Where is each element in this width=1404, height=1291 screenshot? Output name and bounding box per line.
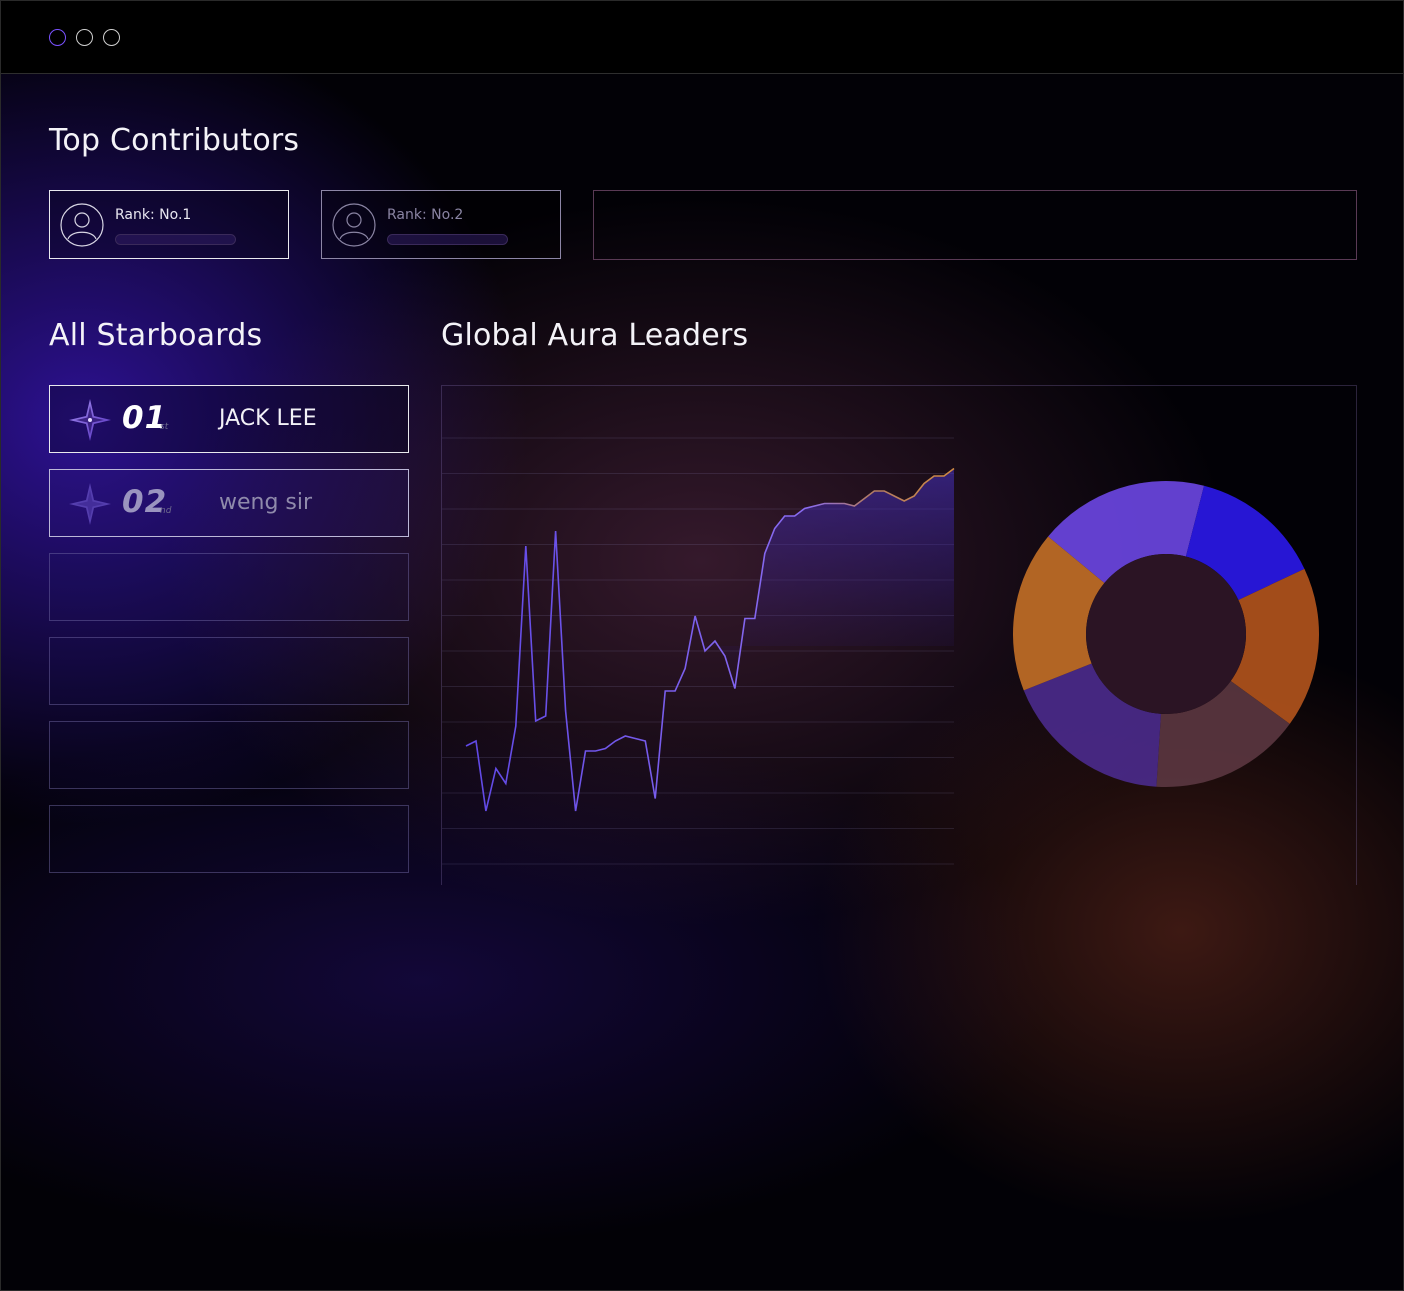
donut-hole: [1086, 554, 1246, 714]
aura-chart-panel: [441, 385, 1357, 885]
window-minimize-button[interactable]: [76, 29, 93, 46]
contributor-card-2[interactable]: Rank: No.2: [321, 190, 561, 259]
starboards-title: All Starboards: [49, 318, 263, 353]
starboard-row-empty: [49, 637, 409, 705]
starboard-row-1[interactable]: 01 st JACK LEE: [49, 385, 409, 453]
donut-chart: [1013, 481, 1319, 787]
line-chart-area: [705, 468, 954, 689]
top-contributors-title: Top Contributors: [49, 123, 300, 158]
window-close-button[interactable]: [49, 29, 66, 46]
contributor-card-1[interactable]: Rank: No.1: [49, 190, 289, 259]
contributor-card-placeholder: [593, 190, 1357, 260]
title-bar: [1, 1, 1403, 74]
contributor-progress-bar: [387, 234, 508, 245]
starboard-rank-suffix: st: [160, 422, 169, 432]
starboard-user-name: JACK LEE: [219, 406, 317, 431]
user-avatar-icon: [60, 203, 104, 247]
user-avatar-icon: [332, 203, 376, 247]
starboard-row-empty: [49, 805, 409, 873]
window-maximize-button[interactable]: [103, 29, 120, 46]
contributor-rank-label: Rank: No.2: [387, 207, 464, 223]
starboard-user-name: weng sir: [219, 490, 313, 515]
four-point-star-icon: [69, 483, 111, 525]
starboard-row-empty: [49, 721, 409, 789]
contributor-rank-label: Rank: No.1: [115, 207, 192, 223]
starboard-row-empty: [49, 553, 409, 621]
starboard-row-2[interactable]: 02 nd weng sir: [49, 469, 409, 537]
app-window: Top Contributors Rank: No.1 Rank: No.2 A…: [0, 0, 1404, 1291]
starboard-rank-suffix: nd: [160, 506, 172, 516]
aura-chart: [442, 437, 1319, 865]
aura-leaders-title: Global Aura Leaders: [441, 318, 749, 353]
four-point-star-icon: [69, 399, 111, 441]
contributor-progress-bar: [115, 234, 236, 245]
